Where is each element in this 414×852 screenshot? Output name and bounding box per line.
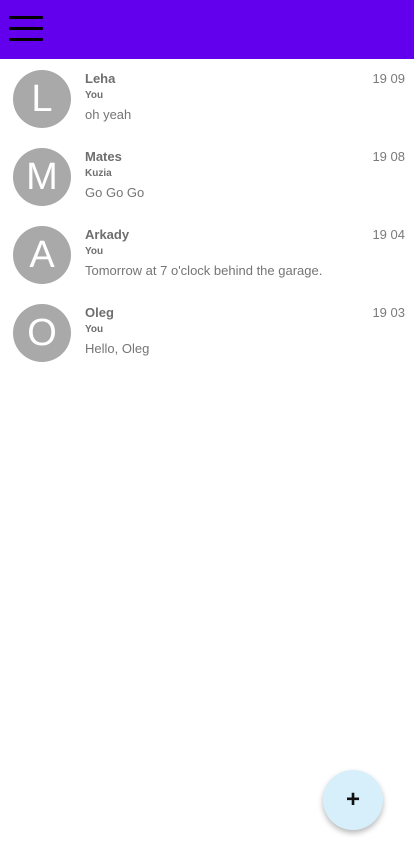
chat-item-leha[interactable]: L Leha You oh yeah 19 09 bbox=[0, 59, 414, 137]
last-message-sender: You bbox=[85, 246, 104, 257]
chat-item-mates[interactable]: M Mates Kuzia Go Go Go 19 08 bbox=[0, 137, 414, 215]
app-bar bbox=[0, 0, 414, 59]
chat-name: Oleg bbox=[85, 305, 114, 320]
new-chat-button[interactable]: + bbox=[323, 770, 383, 830]
avatar: M bbox=[13, 148, 71, 206]
chat-item-arkady[interactable]: A Arkady You Tomorrow at 7 o'clock behin… bbox=[0, 215, 414, 293]
plus-icon: + bbox=[345, 786, 360, 813]
chat-list: L Leha You oh yeah 19 09 M Mates Kuzia G… bbox=[0, 59, 414, 371]
last-message-time: 19 09 bbox=[372, 71, 405, 86]
hamburger-menu-icon[interactable] bbox=[7, 13, 45, 45]
last-message-sender: You bbox=[85, 324, 104, 335]
chat-name: Mates bbox=[85, 149, 122, 164]
last-message-time: 19 03 bbox=[372, 305, 405, 320]
last-message-text: Tomorrow at 7 o'clock behind the garage. bbox=[85, 263, 323, 278]
menu-line bbox=[9, 27, 43, 30]
last-message-time: 19 04 bbox=[372, 227, 405, 242]
last-message-text: Hello, Oleg bbox=[85, 341, 150, 356]
menu-line bbox=[9, 16, 43, 19]
last-message-sender: You bbox=[85, 90, 104, 101]
chat-item-oleg[interactable]: O Oleg You Hello, Oleg 19 03 bbox=[0, 293, 414, 371]
last-message-text: oh yeah bbox=[85, 107, 132, 122]
avatar: A bbox=[13, 226, 71, 284]
last-message-sender: Kuzia bbox=[85, 168, 112, 179]
chat-name: Leha bbox=[85, 71, 116, 86]
avatar: O bbox=[13, 304, 71, 362]
chat-name: Arkady bbox=[85, 227, 130, 242]
last-message-time: 19 08 bbox=[372, 149, 405, 164]
avatar: L bbox=[13, 70, 71, 128]
menu-line bbox=[9, 38, 43, 41]
last-message-text: Go Go Go bbox=[85, 185, 145, 200]
